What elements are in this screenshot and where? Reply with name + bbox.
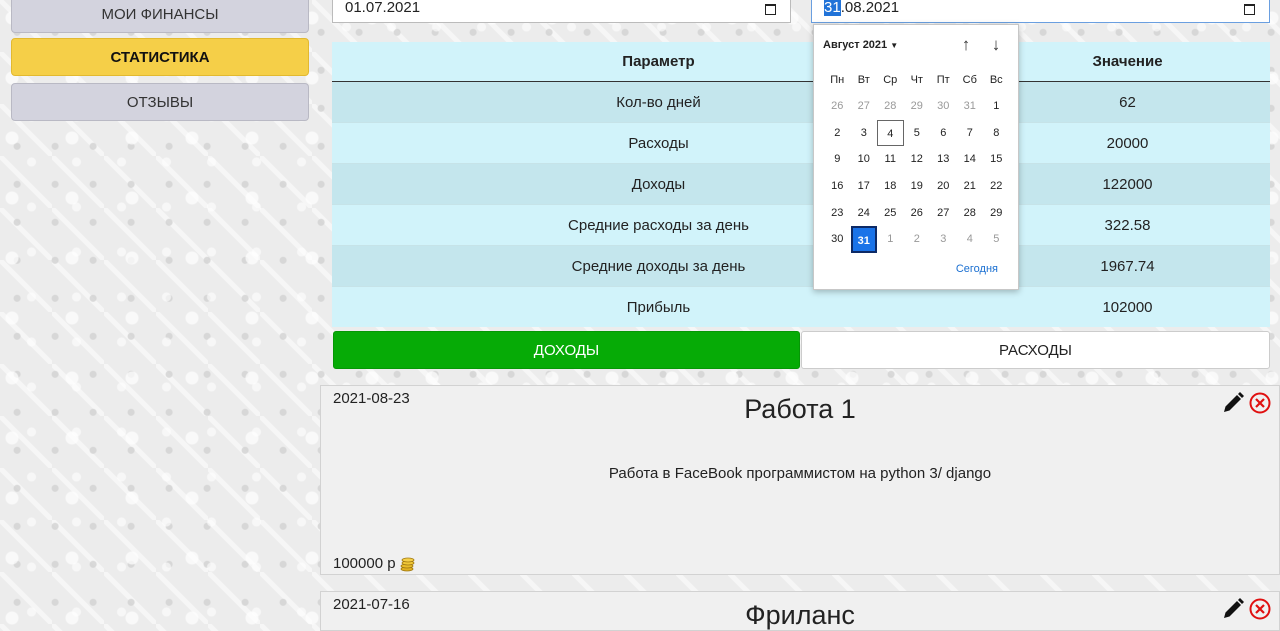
calendar-day[interactable]: 12 — [904, 146, 931, 173]
caret-down-icon: ▼ — [890, 41, 899, 50]
calendar-day[interactable]: 6 — [930, 120, 957, 147]
weekday-header: Сб — [962, 74, 977, 86]
entry-amount: 100000 р — [333, 555, 415, 572]
date-picker-popup: Август 2021 ▼ ↑ ↓ Пн Вт Ср Чт Пт Сб Вс 26 27 28 29… — [813, 24, 1019, 290]
calendar-day[interactable]: 25 — [877, 200, 904, 227]
column-header-value: Значение — [985, 42, 1270, 82]
income-entry-card: 2021-07-16 Фриланс — [320, 591, 1280, 631]
calendar-day[interactable]: 5 — [904, 120, 931, 147]
entry-description: Работа в FaceBook программистом на pytho… — [608, 465, 992, 482]
entry-title: Работа 1 — [744, 394, 856, 424]
date-to-selected-segment: 31 — [824, 0, 841, 16]
calendar-day[interactable]: 3 — [930, 226, 957, 253]
calendar-day[interactable]: 16 — [824, 173, 851, 200]
table-row: Прибыль 102000 — [332, 286, 1270, 327]
statistics-table: Параметр Значение Кол-во дней 62 Расходы… — [332, 42, 1270, 327]
calendar-day[interactable]: 21 — [957, 173, 984, 200]
calendar-day[interactable]: 24 — [851, 200, 878, 227]
calendar-day[interactable]: 29 — [983, 200, 1010, 227]
table-row: Средние доходы за день 1967.74 — [332, 245, 1270, 287]
tab-expenses[interactable]: РАСХОДЫ — [801, 331, 1270, 369]
calendar-day[interactable]: 31 — [957, 93, 984, 120]
tab-income[interactable]: ДОХОДЫ — [333, 331, 800, 369]
calendar-day[interactable]: 23 — [824, 200, 851, 227]
calendar-day[interactable]: 29 — [904, 93, 931, 120]
entry-amount-value: 100000 р — [333, 555, 396, 572]
calendar-day[interactable]: 2 — [824, 120, 851, 147]
value-cell: 62 — [985, 81, 1270, 123]
table-row: Средние расходы за день 322.58 — [332, 204, 1270, 246]
calendar-day[interactable]: 30 — [824, 226, 851, 253]
sidebar-item-statistics[interactable]: СТАТИСТИКА — [11, 38, 309, 76]
calendar-day[interactable]: 18 — [877, 173, 904, 200]
calendar-day[interactable]: 19 — [904, 173, 931, 200]
calendar-day[interactable]: 22 — [983, 173, 1010, 200]
calendar-day[interactable]: 13 — [930, 146, 957, 173]
coins-icon — [400, 557, 414, 571]
weekday-header: Чт — [910, 74, 923, 86]
calendar-day[interactable]: 8 — [983, 120, 1010, 147]
calendar-day[interactable]: 1 — [877, 226, 904, 253]
table-header-row: Параметр Значение — [332, 42, 1270, 82]
date-to-field[interactable]: 31.08.2021 — [811, 0, 1270, 23]
income-entry-card: 2021-08-23 Работа 1 Работа в FaceBook пр… — [320, 385, 1280, 575]
close-circle-icon[interactable] — [1249, 392, 1271, 414]
value-cell: 1967.74 — [985, 245, 1270, 287]
calendar-day[interactable]: 26 — [904, 200, 931, 227]
calendar-day[interactable]: 9 — [824, 146, 851, 173]
entry-title: Фриланс — [745, 600, 855, 630]
month-year-label: Август 2021 — [823, 39, 888, 51]
calendar-day[interactable]: 28 — [877, 93, 904, 120]
calendar-day-today[interactable]: 4 — [877, 119, 904, 147]
table-row: Расходы 20000 — [332, 122, 1270, 164]
calendar-icon[interactable] — [765, 4, 776, 15]
calendar-day[interactable]: 14 — [957, 146, 984, 173]
calendar-icon[interactable] — [1244, 4, 1255, 15]
sidebar-item-reviews[interactable]: ОТЗЫВЫ — [11, 83, 309, 121]
calendar-day[interactable]: 2 — [904, 226, 931, 253]
month-year-selector[interactable]: Август 2021 ▼ — [823, 39, 898, 51]
calendar-day[interactable]: 17 — [851, 173, 878, 200]
today-link[interactable]: Сегодня — [956, 263, 998, 275]
value-cell: 20000 — [985, 122, 1270, 164]
value-cell: 122000 — [985, 163, 1270, 205]
calendar-day[interactable]: 10 — [851, 146, 878, 173]
calendar-day[interactable]: 26 — [824, 93, 851, 120]
calendar-day[interactable]: 7 — [957, 120, 984, 147]
weekday-header: Ср — [883, 74, 898, 86]
calendar-day[interactable]: 15 — [983, 146, 1010, 173]
weekday-header: Вт — [857, 74, 870, 86]
calendar-day[interactable]: 5 — [983, 226, 1010, 253]
calendar-day[interactable]: 27 — [851, 93, 878, 120]
pencil-icon[interactable] — [1221, 597, 1245, 621]
arrow-up-icon[interactable]: ↑ — [957, 36, 975, 54]
value-cell: 322.58 — [985, 204, 1270, 246]
weekday-header: Вс — [989, 74, 1003, 86]
calendar-day[interactable]: 1 — [983, 93, 1010, 120]
weekday-header: Пн — [830, 74, 845, 86]
calendar-day-selected[interactable]: 31 — [850, 226, 877, 254]
pencil-icon[interactable] — [1221, 391, 1245, 415]
calendar-day[interactable]: 11 — [877, 146, 904, 173]
calendar-day[interactable]: 30 — [930, 93, 957, 120]
sidebar-item-my-finances[interactable]: МОИ ФИНАНСЫ — [11, 0, 309, 33]
date-from-value: 01.07.2021 — [345, 0, 421, 16]
param-cell: Прибыль — [332, 286, 985, 327]
arrow-down-icon[interactable]: ↓ — [987, 36, 1005, 54]
calendar-day[interactable]: 28 — [957, 200, 984, 227]
table-row: Доходы 122000 — [332, 163, 1270, 205]
calendar-day[interactable]: 27 — [930, 200, 957, 227]
date-to-value: .08.2021 — [840, 0, 900, 16]
weekday-header: Пт — [936, 74, 950, 86]
date-from-field[interactable]: 01.07.2021 — [332, 0, 791, 23]
calendar-grid: Пн Вт Ср Чт Пт Сб Вс 26 27 28 29 30 31 1 2 3 4 5 6 7 8 9 10 11 1… — [824, 71, 1010, 254]
calendar-day[interactable]: 4 — [957, 226, 984, 253]
value-cell: 102000 — [985, 286, 1270, 327]
calendar-day[interactable]: 3 — [851, 120, 878, 147]
table-row: Кол-во дней 62 — [332, 81, 1270, 123]
calendar-day[interactable]: 20 — [930, 173, 957, 200]
